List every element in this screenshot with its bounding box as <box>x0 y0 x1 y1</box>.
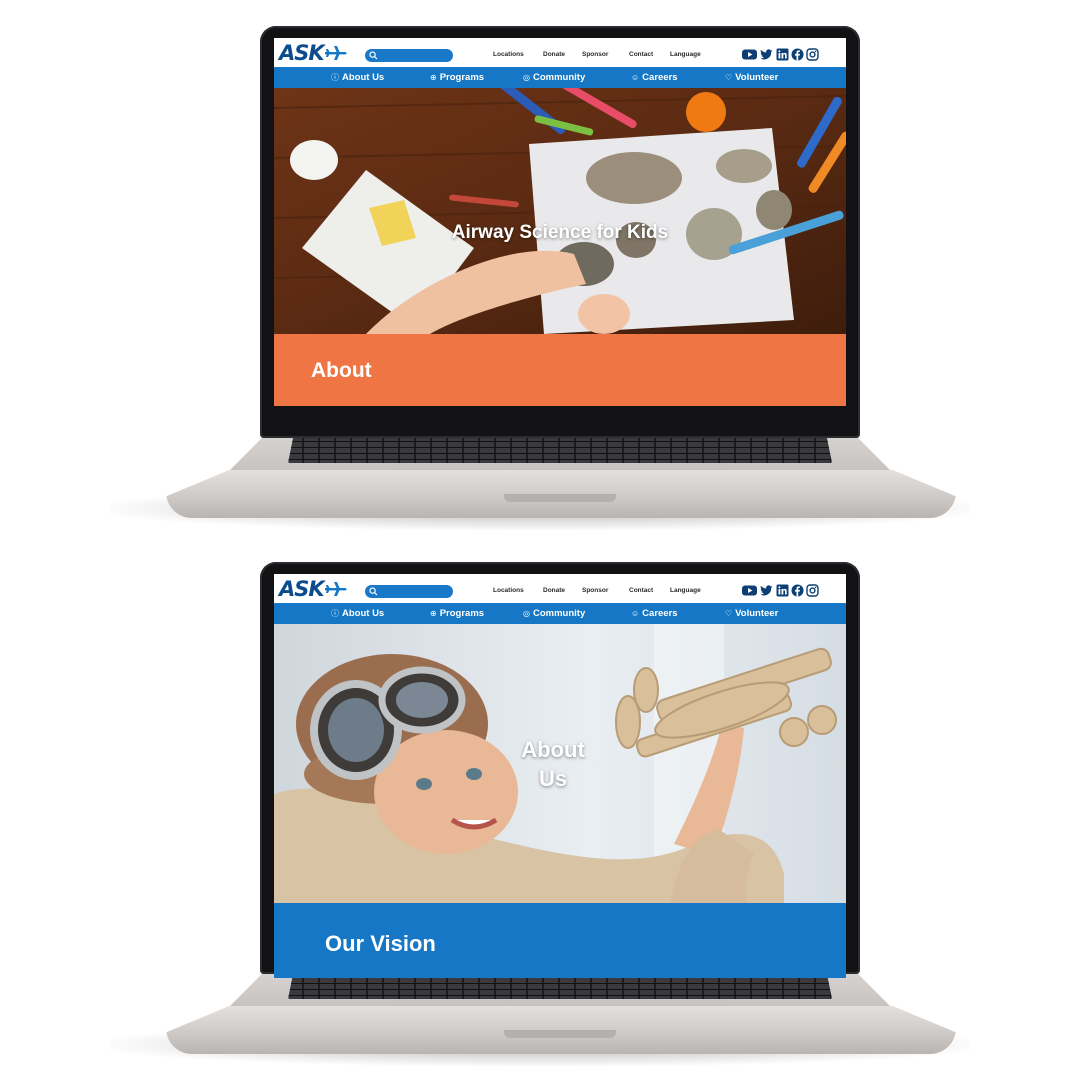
crafting-photo <box>274 88 846 334</box>
link-sponsor[interactable]: Sponsor <box>582 587 608 594</box>
nav-programs[interactable]: ⊕ Programs <box>430 607 484 620</box>
nav-community[interactable]: ◎ Community <box>523 71 585 84</box>
main-nav: ⓘ About Us ⊕ Programs ◎ Community ☺ Care… <box>274 603 846 624</box>
nav-careers[interactable]: ☺ Careers <box>631 607 678 620</box>
instagram-icon[interactable] <box>806 48 819 61</box>
people-icon: ◎ <box>523 73 530 82</box>
link-contact[interactable]: Contact <box>629 587 653 594</box>
link-locations[interactable]: Locations <box>493 51 524 58</box>
nav-label: About Us <box>342 608 385 619</box>
link-language[interactable]: Language <box>670 51 701 58</box>
top-bar: ASK Locations Donate Sponsor Contact Lan… <box>274 574 846 603</box>
nav-volunteer[interactable]: ♡ Volunteer <box>725 607 778 620</box>
instagram-icon[interactable] <box>806 584 819 597</box>
link-donate[interactable]: Donate <box>543 51 565 58</box>
link-locations[interactable]: Locations <box>493 587 524 594</box>
smile-icon: ☺ <box>631 73 640 82</box>
nav-label: Careers <box>642 72 678 83</box>
smile-icon: ☺ <box>631 609 640 618</box>
youtube-icon[interactable] <box>742 48 757 61</box>
vision-section: Our Vision <box>274 903 846 978</box>
search-icon <box>369 51 378 60</box>
nav-label: Careers <box>642 608 678 619</box>
website-screen: ASK Locations Donate Sponsor Contact Lan… <box>274 574 846 978</box>
laptop-notch <box>504 1030 616 1038</box>
youtube-icon[interactable] <box>742 584 757 597</box>
nav-community[interactable]: ◎ Community <box>523 607 585 620</box>
nav-about-us[interactable]: ⓘ About Us <box>331 607 384 620</box>
twitter-icon[interactable] <box>760 584 773 597</box>
airplane-icon <box>324 46 347 60</box>
about-section: About <box>274 334 846 406</box>
linkedin-icon[interactable] <box>776 48 789 61</box>
laptop-mockup-bottom: ASK Locations Donate Sponsor Contact Lan… <box>0 536 1080 1066</box>
laptop-mockup-top: ASK Locations Donate Sponsor Contact Lan… <box>0 0 1080 530</box>
info-icon: ⓘ <box>331 609 339 618</box>
link-contact[interactable]: Contact <box>629 51 653 58</box>
heart-icon: ♡ <box>725 609 733 618</box>
hero-title: About Us <box>521 737 585 791</box>
nav-label: About Us <box>342 72 385 83</box>
nav-label: Programs <box>439 608 485 619</box>
website-screen: ASK Locations Donate Sponsor Contact Lan… <box>274 38 846 406</box>
hero-title: Airway Science for Kids <box>451 222 669 243</box>
search-icon <box>369 587 378 596</box>
search-input[interactable] <box>365 585 453 598</box>
top-bar: ASK Locations Donate Sponsor Contact Lan… <box>274 38 846 67</box>
nav-about-us[interactable]: ⓘ About Us <box>331 71 384 84</box>
nav-label: Community <box>532 608 586 619</box>
logo-text: ASK <box>279 577 325 601</box>
heart-icon: ♡ <box>725 73 733 82</box>
nav-programs[interactable]: ⊕ Programs <box>430 71 484 84</box>
section-title: About <box>311 359 372 382</box>
nav-volunteer[interactable]: ♡ Volunteer <box>725 71 778 84</box>
globe-icon: ⊕ <box>430 73 437 82</box>
site-logo[interactable]: ASK <box>279 577 347 601</box>
people-icon: ◎ <box>523 609 530 618</box>
laptop-notch <box>504 494 616 502</box>
hero-image-crafting: Airway Science for Kids <box>274 88 846 334</box>
nav-label: Volunteer <box>735 608 779 619</box>
linkedin-icon[interactable] <box>776 584 789 597</box>
nav-label: Community <box>532 72 586 83</box>
twitter-icon[interactable] <box>760 48 773 61</box>
logo-text: ASK <box>279 41 325 65</box>
link-sponsor[interactable]: Sponsor <box>582 51 608 58</box>
section-title: Our Vision <box>325 931 436 956</box>
hero-image-aviator: About Us <box>274 624 846 903</box>
link-donate[interactable]: Donate <box>543 587 565 594</box>
keyboard-rows <box>288 436 832 463</box>
facebook-icon[interactable] <box>791 584 804 597</box>
nav-label: Volunteer <box>735 72 779 83</box>
airplane-icon <box>324 582 347 596</box>
main-nav: ⓘ About Us ⊕ Programs ◎ Community ☺ Care… <box>274 67 846 88</box>
nav-careers[interactable]: ☺ Careers <box>631 71 678 84</box>
site-logo[interactable]: ASK <box>279 41 347 65</box>
globe-icon: ⊕ <box>430 609 437 618</box>
nav-label: Programs <box>439 72 485 83</box>
facebook-icon[interactable] <box>791 48 804 61</box>
link-language[interactable]: Language <box>670 587 701 594</box>
search-input[interactable] <box>365 49 453 62</box>
info-icon: ⓘ <box>331 73 339 82</box>
